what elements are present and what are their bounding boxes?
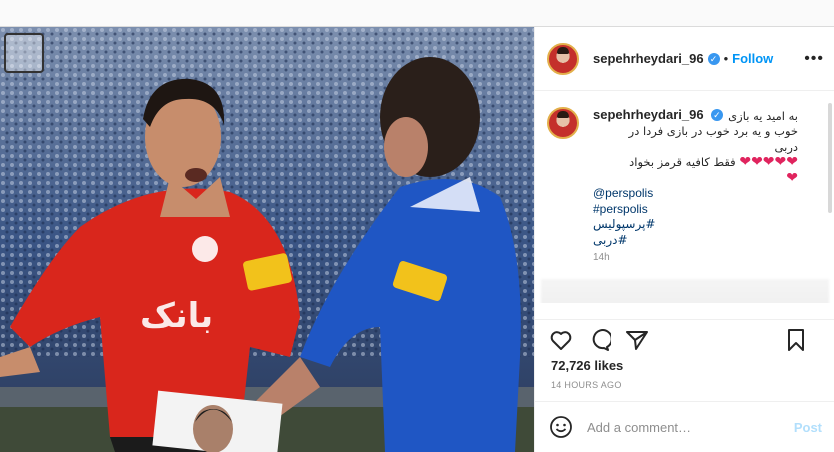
caption-row: sepehrheydari_96 ✓ به امید یه بازی خوب و…: [547, 107, 834, 266]
heart-emoji: ❤: [786, 169, 798, 186]
hashtag-link[interactable]: #پرسپولیس: [593, 217, 798, 233]
separator-dot: •: [723, 51, 729, 66]
caption-username[interactable]: sepehrheydari_96: [593, 107, 704, 122]
avatar[interactable]: [547, 42, 579, 75]
caption-line-2: خوب و یه برد خوب در بازی فردا در: [628, 124, 798, 138]
share-icon[interactable]: [625, 328, 649, 352]
likes-count[interactable]: 72,726 likes: [551, 358, 623, 373]
post-comment-button[interactable]: Post: [794, 420, 822, 435]
caption-area: sepehrheydari_96 ✓ به امید یه بازی خوب و…: [535, 91, 834, 303]
emoji-icon[interactable]: [549, 415, 573, 439]
hearts-emoji: ❤❤❤❤❤: [739, 154, 798, 170]
photo-football-players: بانک: [0, 27, 534, 452]
mention-link[interactable]: @perspolis: [593, 186, 798, 202]
action-bar: [535, 319, 834, 359]
caption-scrollbar[interactable]: [828, 103, 832, 213]
more-icon[interactable]: •••: [804, 50, 824, 68]
comment-input[interactable]: [587, 419, 777, 435]
hashtag-link[interactable]: #دربی: [593, 233, 798, 249]
caption-line-4-text: فقط کافیه قرمز بخواد: [629, 155, 736, 169]
comment-bar: Post: [535, 401, 834, 452]
bookmark-icon[interactable]: [784, 328, 808, 352]
header-username[interactable]: sepehrheydari_96: [593, 51, 704, 66]
caption-line-5: ❤: [593, 169, 798, 187]
watermark-logo: [4, 33, 44, 73]
post-header: sepehrheydari_96 ✓ • Follow •••: [535, 27, 834, 91]
caption-line-4: ❤❤❤❤❤ فقط کافیه قرمز بخواد: [593, 154, 798, 171]
caption-body: sepehrheydari_96 ✓ به امید یه بازی خوب و…: [593, 107, 798, 266]
post-image[interactable]: بانک: [0, 27, 534, 452]
post-timestamp[interactable]: 14 HOURS AGO: [551, 380, 622, 390]
post-side-panel: sepehrheydari_96 ✓ • Follow ••• sepehrhe…: [534, 27, 834, 452]
caption-time: 14h: [593, 252, 610, 263]
verified-icon: ✓: [710, 109, 723, 121]
comment-icon[interactable]: [587, 328, 611, 352]
instagram-post: بانک sepehrheydari_96 ✓ • Follow ••• sep…: [0, 26, 834, 452]
verified-icon: ✓: [707, 52, 720, 65]
caption-avatar[interactable]: [547, 107, 579, 139]
caption-line-3: دربی: [774, 139, 798, 154]
svg-text:بانک: بانک: [140, 296, 213, 336]
hashtag-link[interactable]: #perspolis: [593, 202, 798, 218]
follow-button[interactable]: Follow: [732, 51, 773, 66]
blurred-comments: [541, 279, 829, 303]
heart-icon[interactable]: [549, 328, 573, 352]
